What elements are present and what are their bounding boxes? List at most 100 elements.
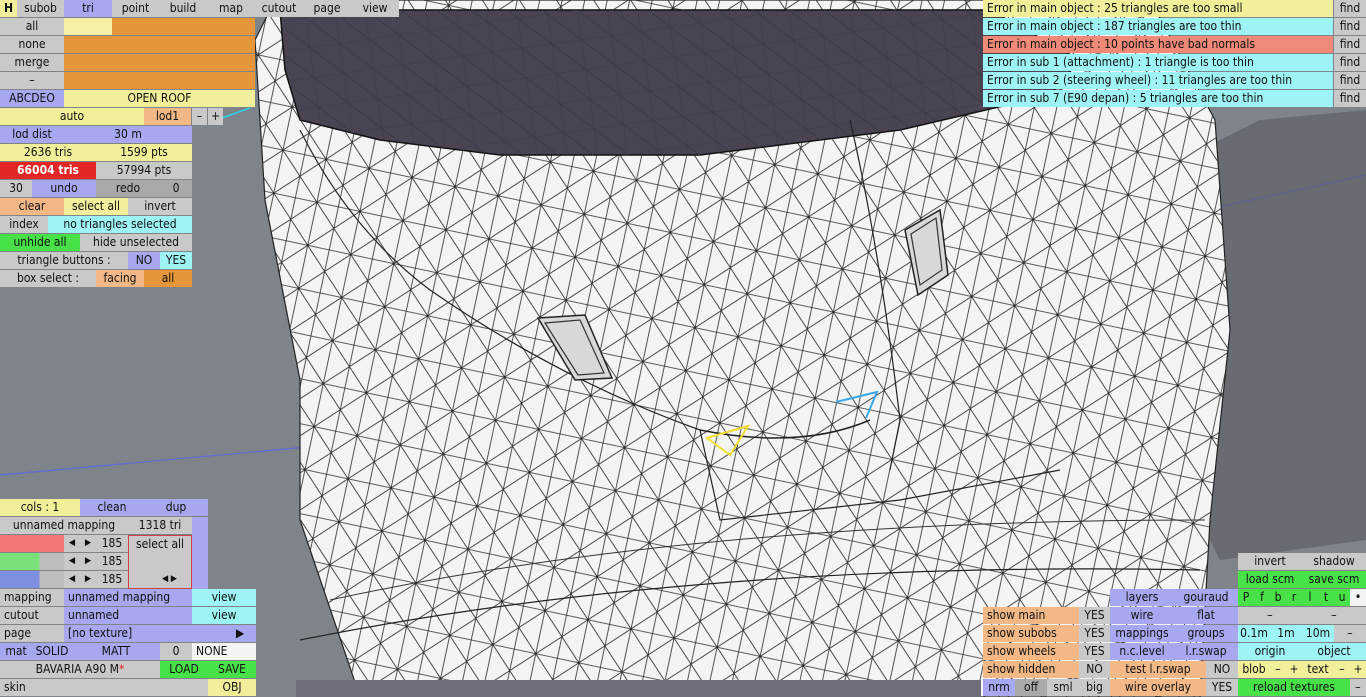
dot-toggle[interactable]: • <box>1350 589 1366 606</box>
subob-slot[interactable] <box>159 72 207 89</box>
tab-tri[interactable]: tri <box>64 0 112 17</box>
columns-count[interactable]: cols : 1 <box>0 499 80 516</box>
lod-increase-button[interactable]: + <box>208 108 223 125</box>
show-subobs-button[interactable]: show subobs <box>983 625 1079 642</box>
red-increase-arrow[interactable]: ▶ <box>80 535 96 552</box>
car-name-field[interactable]: BAVARIA A90 M* <box>0 661 160 678</box>
color-arrows[interactable]: ◀ ▶ <box>162 571 177 588</box>
cutout-view-button[interactable]: view <box>192 607 256 624</box>
clean-button[interactable]: clean <box>80 499 144 516</box>
abcdeo-button[interactable]: ABCDEO <box>0 90 64 107</box>
lod-auto-button[interactable]: auto <box>0 108 144 125</box>
mapping-view-button[interactable]: view <box>192 589 256 606</box>
triangle-buttons-no[interactable]: NO <box>128 252 160 269</box>
tab-view[interactable]: view <box>351 0 399 17</box>
subob-slot[interactable] <box>112 54 159 71</box>
flag-t-toggle[interactable]: t <box>1318 589 1334 606</box>
show-hidden-button[interactable]: show hidden <box>983 661 1079 678</box>
show-hidden-no[interactable]: NO <box>1079 661 1110 678</box>
flag-f-toggle[interactable]: f <box>1254 589 1270 606</box>
reload-minus-button[interactable]: – <box>1350 679 1366 696</box>
show-subobs-yes[interactable]: YES <box>1079 625 1110 642</box>
normals-nrm-button[interactable]: nrm <box>983 679 1015 696</box>
subob-name-field[interactable]: OPEN ROOF <box>64 90 255 107</box>
color-select-all-box[interactable]: select all ◀ ▶ <box>128 535 192 589</box>
subob-slot[interactable] <box>64 72 112 89</box>
redo-button[interactable]: redo <box>96 180 160 197</box>
groups-button[interactable]: groups <box>1174 625 1238 642</box>
text-increase-button[interactable]: + <box>1350 661 1366 678</box>
red-slider[interactable] <box>0 535 64 552</box>
subob-slot[interactable] <box>159 36 207 53</box>
blob-button[interactable]: blob <box>1238 661 1270 678</box>
play-icon[interactable]: ▶ <box>224 625 256 642</box>
step-minus-button[interactable]: – <box>1334 625 1366 642</box>
lod-dist-value[interactable]: 30 m <box>64 126 192 143</box>
blue-slider[interactable] <box>0 571 64 588</box>
blob-decrease-button[interactable]: – <box>1270 661 1286 678</box>
blue-decrease-arrow[interactable]: ◀ <box>64 571 80 588</box>
matt-button[interactable]: MATT <box>72 643 160 660</box>
subob-slot[interactable] <box>207 72 255 89</box>
subob-slot[interactable] <box>112 36 159 53</box>
subob-slot[interactable] <box>64 36 112 53</box>
flag-p-toggle[interactable]: P <box>1238 589 1254 606</box>
blue-increase-arrow[interactable]: ▶ <box>80 571 96 588</box>
skin-field[interactable] <box>48 679 208 696</box>
normals-sml-button[interactable]: sml <box>1047 679 1079 696</box>
shadow-button[interactable]: shadow <box>1302 553 1366 570</box>
tab-cutout[interactable]: cutout <box>255 0 303 17</box>
merge-button[interactable]: merge <box>0 54 64 71</box>
tab-build[interactable]: build <box>159 0 207 17</box>
find-button[interactable]: find <box>1334 18 1366 35</box>
subob-slot[interactable] <box>64 18 112 35</box>
wire-overlay-button[interactable]: wire overlay <box>1110 679 1206 696</box>
wire-overlay-yes[interactable]: YES <box>1206 679 1238 696</box>
nc-level-button[interactable]: n.c.level <box>1110 643 1174 660</box>
cutout-select[interactable]: unnamed <box>64 607 192 624</box>
invert-selection-button[interactable]: invert <box>128 198 192 215</box>
show-main-yes[interactable]: YES <box>1079 607 1110 624</box>
find-button[interactable]: find <box>1334 0 1366 17</box>
select-all-subobs-button[interactable]: all <box>0 18 64 35</box>
save-button[interactable]: SAVE <box>208 661 256 678</box>
tab-point[interactable]: point <box>112 0 159 17</box>
remove-button[interactable]: – <box>0 72 64 89</box>
green-slider[interactable] <box>0 553 64 570</box>
tab-subob[interactable]: subob <box>17 0 64 17</box>
duplicate-button[interactable]: dup <box>144 499 208 516</box>
subob-slot[interactable] <box>207 36 255 53</box>
step-decrease-button[interactable]: – <box>1238 607 1302 624</box>
box-select-all[interactable]: all <box>144 270 192 287</box>
blob-increase-button[interactable]: + <box>1286 661 1302 678</box>
flag-u-toggle[interactable]: u <box>1334 589 1350 606</box>
reload-textures-button[interactable]: reload textures <box>1238 679 1350 696</box>
origin-button[interactable]: origin <box>1238 643 1302 660</box>
show-wheels-yes[interactable]: YES <box>1079 643 1110 660</box>
step-decrease-button-2[interactable]: – <box>1302 607 1366 624</box>
step-10m-button[interactable]: 10m <box>1302 625 1334 642</box>
flag-b-toggle[interactable]: b <box>1270 589 1286 606</box>
invert-view-button[interactable]: invert <box>1238 553 1302 570</box>
index-button[interactable]: index <box>0 216 48 233</box>
text-button[interactable]: text <box>1302 661 1334 678</box>
subob-slot[interactable] <box>112 72 159 89</box>
layers-button[interactable]: layers <box>1110 589 1174 606</box>
subob-slot[interactable] <box>112 18 159 35</box>
normals-off-button[interactable]: off <box>1015 679 1047 696</box>
find-button[interactable]: find <box>1334 54 1366 71</box>
red-decrease-arrow[interactable]: ◀ <box>64 535 80 552</box>
flag-l-toggle[interactable]: l <box>1302 589 1318 606</box>
subob-slot[interactable] <box>207 18 255 35</box>
undo-button[interactable]: undo <box>32 180 96 197</box>
select-all-button[interactable]: select all <box>64 198 128 215</box>
show-main-button[interactable]: show main <box>983 607 1079 624</box>
box-select-facing[interactable]: facing <box>96 270 144 287</box>
material-name[interactable]: NONE <box>192 643 256 660</box>
subob-slot[interactable] <box>159 18 207 35</box>
lod-decrease-button[interactable]: – <box>192 108 207 125</box>
find-button[interactable]: find <box>1334 72 1366 89</box>
material-index[interactable]: 0 <box>160 643 192 660</box>
lr-swap-button[interactable]: l.r.swap <box>1174 643 1238 660</box>
green-decrease-arrow[interactable]: ◀ <box>64 553 80 570</box>
